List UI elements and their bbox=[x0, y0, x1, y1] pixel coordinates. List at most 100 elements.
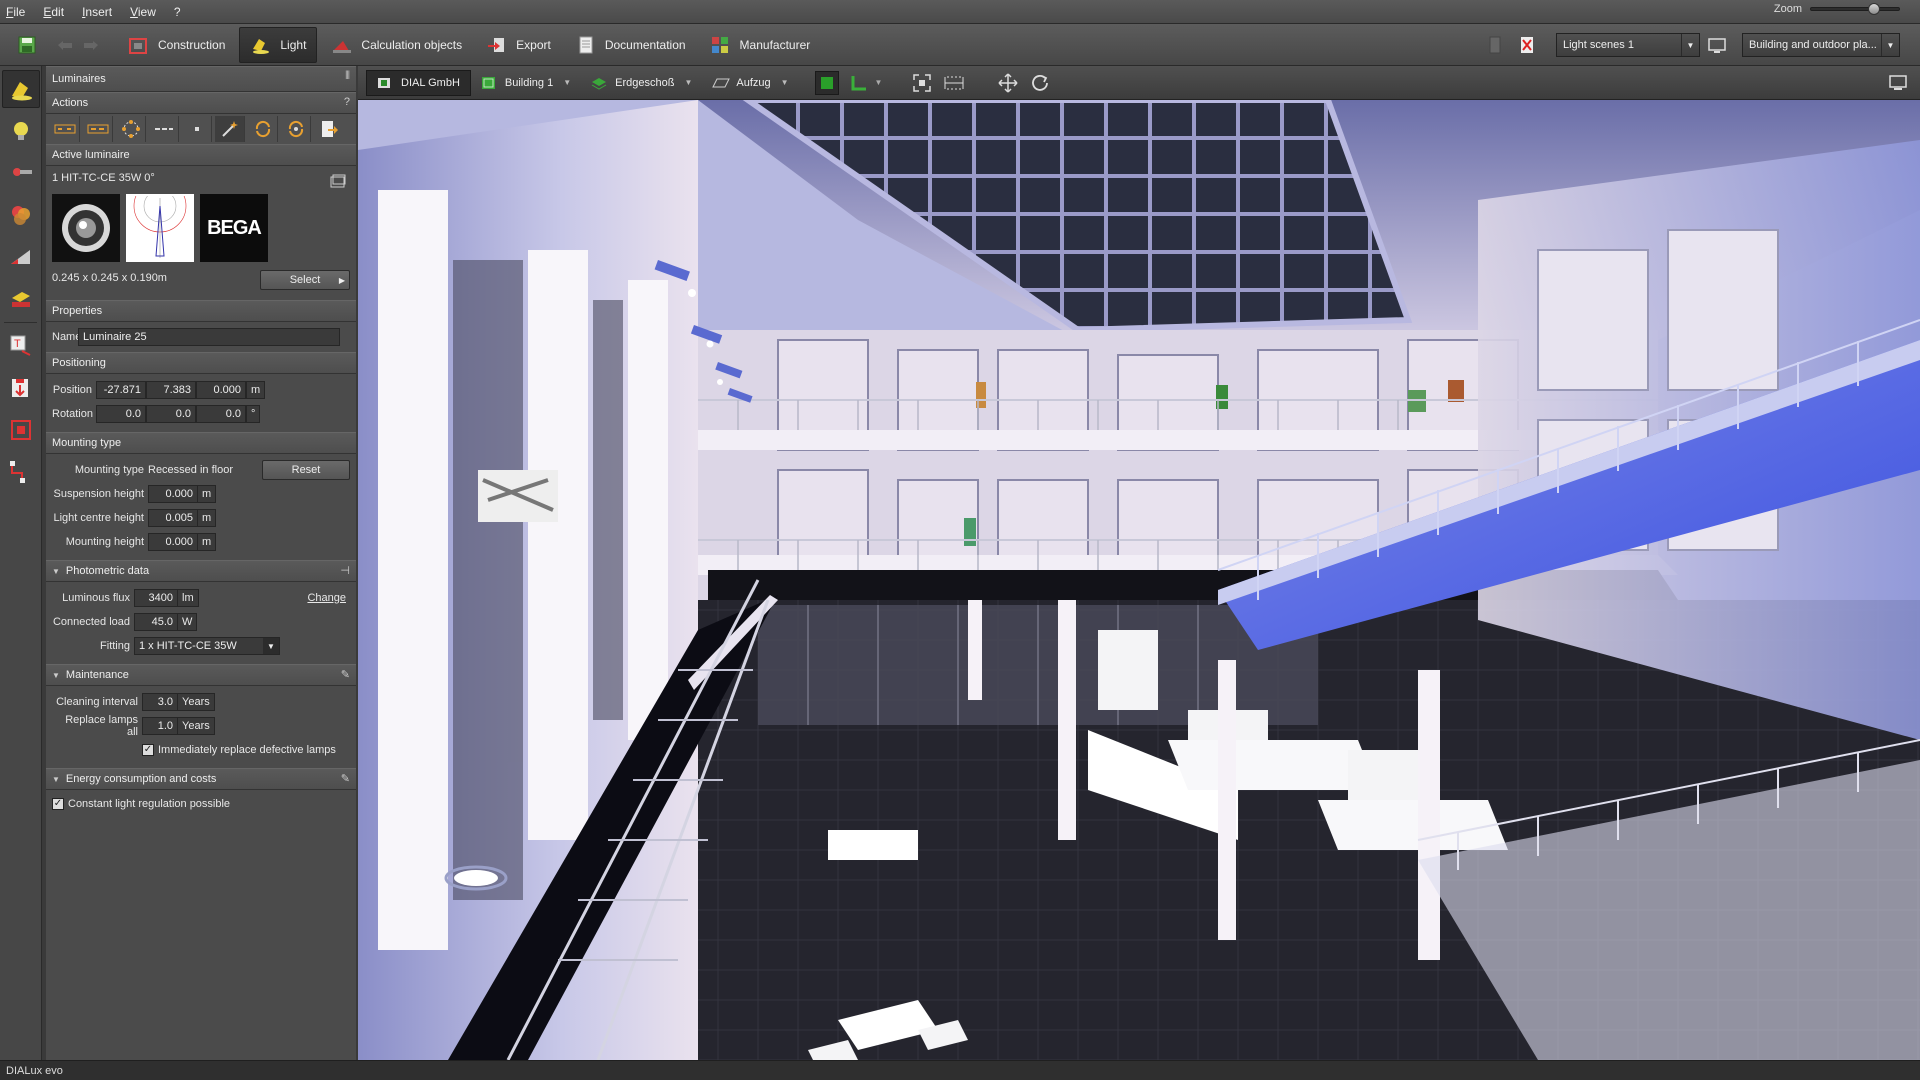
replace-defective-checkbox[interactable]: ✓ bbox=[142, 744, 154, 756]
tab-export[interactable]: Export bbox=[476, 27, 561, 63]
energy-title: Energy consumption and costs bbox=[65, 773, 217, 785]
replace-defective-label: Immediately replace defective lamps bbox=[158, 744, 336, 756]
light-scene-edit-icon[interactable] bbox=[1484, 34, 1506, 56]
change-link[interactable]: Change bbox=[307, 592, 346, 604]
fitting-label: Fitting bbox=[100, 640, 130, 652]
rotate-button[interactable] bbox=[1028, 71, 1052, 95]
path-tool[interactable] bbox=[2, 453, 40, 491]
zoom-extents-button[interactable] bbox=[910, 71, 934, 95]
select-area-tool[interactable] bbox=[2, 411, 40, 449]
tab-calculation-objects[interactable]: Calculation objects bbox=[321, 27, 472, 63]
breadcrumb-floor[interactable]: Erdgeschoß ▼ bbox=[581, 70, 702, 96]
insert-icon bbox=[12, 379, 28, 397]
view-select-value: Building and outdoor pla... bbox=[1749, 39, 1877, 51]
redo-icon[interactable] bbox=[80, 34, 102, 56]
point-placement-icon[interactable] bbox=[182, 116, 212, 142]
light-centre-height-field[interactable]: 0.005 bbox=[148, 509, 198, 527]
line-arrangement-icon[interactable] bbox=[83, 116, 113, 142]
select-luminaire-button[interactable]: Select ▶ bbox=[260, 270, 350, 290]
view-2d-button[interactable] bbox=[847, 71, 871, 95]
measure-button[interactable] bbox=[942, 71, 966, 95]
light-centre-height-label: Light centre height bbox=[53, 512, 144, 524]
text-tool[interactable]: T bbox=[2, 327, 40, 365]
move-icon bbox=[998, 72, 1018, 93]
light-scenes-select[interactable]: Light scenes 1 ▼ bbox=[1556, 33, 1700, 57]
magic-wand-icon[interactable] bbox=[215, 116, 245, 142]
delete-scene-icon[interactable] bbox=[1516, 34, 1538, 56]
position-y-field[interactable]: 7.383 bbox=[146, 381, 196, 399]
fitting-value: 1 x HIT-TC-CE 35W bbox=[139, 640, 237, 652]
view-select[interactable]: Building and outdoor pla... ▼ bbox=[1742, 33, 1900, 57]
position-z-field[interactable]: 0.000 bbox=[196, 381, 246, 399]
replace-all-icon[interactable] bbox=[281, 116, 311, 142]
name-field[interactable]: Luminaire 25 bbox=[78, 328, 340, 346]
tab-light[interactable]: Light bbox=[239, 26, 318, 63]
insert-tool[interactable] bbox=[2, 369, 40, 407]
fullscreen-button[interactable] bbox=[1886, 71, 1910, 95]
text-tool-icon: T bbox=[10, 335, 31, 356]
menu-view[interactable]: View bbox=[130, 5, 156, 19]
single-line-arrangement-icon[interactable] bbox=[50, 116, 80, 142]
constant-light-checkbox[interactable]: ✓ bbox=[52, 798, 64, 810]
menu-help[interactable]: ? bbox=[174, 5, 181, 19]
pin-icon[interactable]: ✎ bbox=[341, 772, 350, 785]
3d-viewport[interactable] bbox=[358, 100, 1920, 1060]
light-layer-tool[interactable] bbox=[2, 280, 40, 318]
cleaning-interval-field[interactable]: 3.0 bbox=[142, 693, 178, 711]
photometric-header[interactable]: ▼ Photometric data ⊣ bbox=[46, 560, 356, 582]
pin-icon[interactable]: ✎ bbox=[341, 668, 350, 681]
replace-defective-row: ✓ Immediately replace defective lamps bbox=[46, 738, 356, 762]
menu-file[interactable]: File bbox=[6, 5, 25, 19]
zoom-slider-knob[interactable] bbox=[1868, 3, 1880, 15]
luminous-flux-field[interactable]: 3400 bbox=[134, 589, 178, 607]
tab-documentation[interactable]: Documentation bbox=[565, 27, 696, 63]
undo-icon[interactable] bbox=[54, 34, 76, 56]
zoom-slider[interactable] bbox=[1810, 3, 1900, 15]
rotation-y-field[interactable]: 0.0 bbox=[146, 405, 196, 423]
rotation-z-field[interactable]: 0.0 bbox=[196, 405, 246, 423]
mounting-height-field[interactable]: 0.000 bbox=[148, 533, 198, 551]
light-scenes-value: Light scenes 1 bbox=[1563, 39, 1634, 51]
fitting-select[interactable]: 1 x HIT-TC-CE 35W ▼ bbox=[134, 637, 280, 655]
menu-edit[interactable]: Edit bbox=[43, 5, 64, 19]
luminaires-tool[interactable] bbox=[2, 70, 40, 108]
save-icon[interactable] bbox=[16, 34, 38, 56]
breadcrumb-building[interactable]: Building 1 ▼ bbox=[471, 70, 581, 96]
reset-button[interactable]: Reset bbox=[262, 460, 350, 480]
view-3d-button[interactable] bbox=[814, 70, 839, 95]
suspension-height-field[interactable]: 0.000 bbox=[148, 485, 198, 503]
mounting-section: Mounting type Recessed in floor Reset Su… bbox=[46, 454, 356, 554]
display-settings-icon[interactable] bbox=[1706, 34, 1728, 56]
panel-grip-icon[interactable]: ⦀ bbox=[345, 70, 350, 83]
pan-button[interactable] bbox=[996, 71, 1020, 95]
tab-construction[interactable]: Construction bbox=[118, 27, 235, 63]
luminaire-photo bbox=[52, 194, 120, 262]
replace-lamps-field[interactable]: 1.0 bbox=[142, 717, 178, 735]
color-tool[interactable] bbox=[2, 196, 40, 234]
replace-luminaire-icon[interactable] bbox=[248, 116, 278, 142]
breadcrumb-site[interactable]: DIAL GmbH bbox=[366, 69, 471, 96]
help-icon[interactable]: ? bbox=[344, 96, 350, 108]
tab-calculation-label: Calculation objects bbox=[361, 37, 463, 52]
connected-load-field[interactable]: 45.0 bbox=[134, 613, 178, 631]
lamp-tool[interactable] bbox=[2, 112, 40, 150]
maintenance-header[interactable]: ▼ Maintenance ✎ bbox=[46, 664, 356, 686]
row-arrangement-icon[interactable] bbox=[149, 116, 179, 142]
position-x-field[interactable]: -27.871 bbox=[96, 381, 146, 399]
menu-insert[interactable]: Insert bbox=[82, 5, 112, 19]
energy-header[interactable]: ▼ Energy consumption and costs ✎ bbox=[46, 768, 356, 790]
arrange-tool[interactable] bbox=[2, 154, 40, 192]
chevron-down-icon[interactable]: ▼ bbox=[875, 78, 883, 87]
dimming-tool[interactable] bbox=[2, 238, 40, 276]
tab-manufacturer[interactable]: Manufacturer bbox=[700, 27, 821, 63]
luminaire-details-icon[interactable] bbox=[330, 174, 346, 191]
manufacturer-logo: BEGA bbox=[200, 194, 268, 262]
pin-icon[interactable]: ⊣ bbox=[340, 564, 350, 577]
breadcrumb-room[interactable]: Aufzug ▼ bbox=[702, 70, 798, 96]
breadcrumb-building-label: Building 1 bbox=[504, 76, 554, 89]
circle-arrangement-icon[interactable] bbox=[116, 116, 146, 142]
rotation-x-field[interactable]: 0.0 bbox=[96, 405, 146, 423]
mounting-title: Mounting type bbox=[52, 437, 122, 449]
breadcrumb-room-label: Aufzug bbox=[736, 76, 771, 89]
export-luminaire-icon[interactable] bbox=[314, 116, 344, 142]
